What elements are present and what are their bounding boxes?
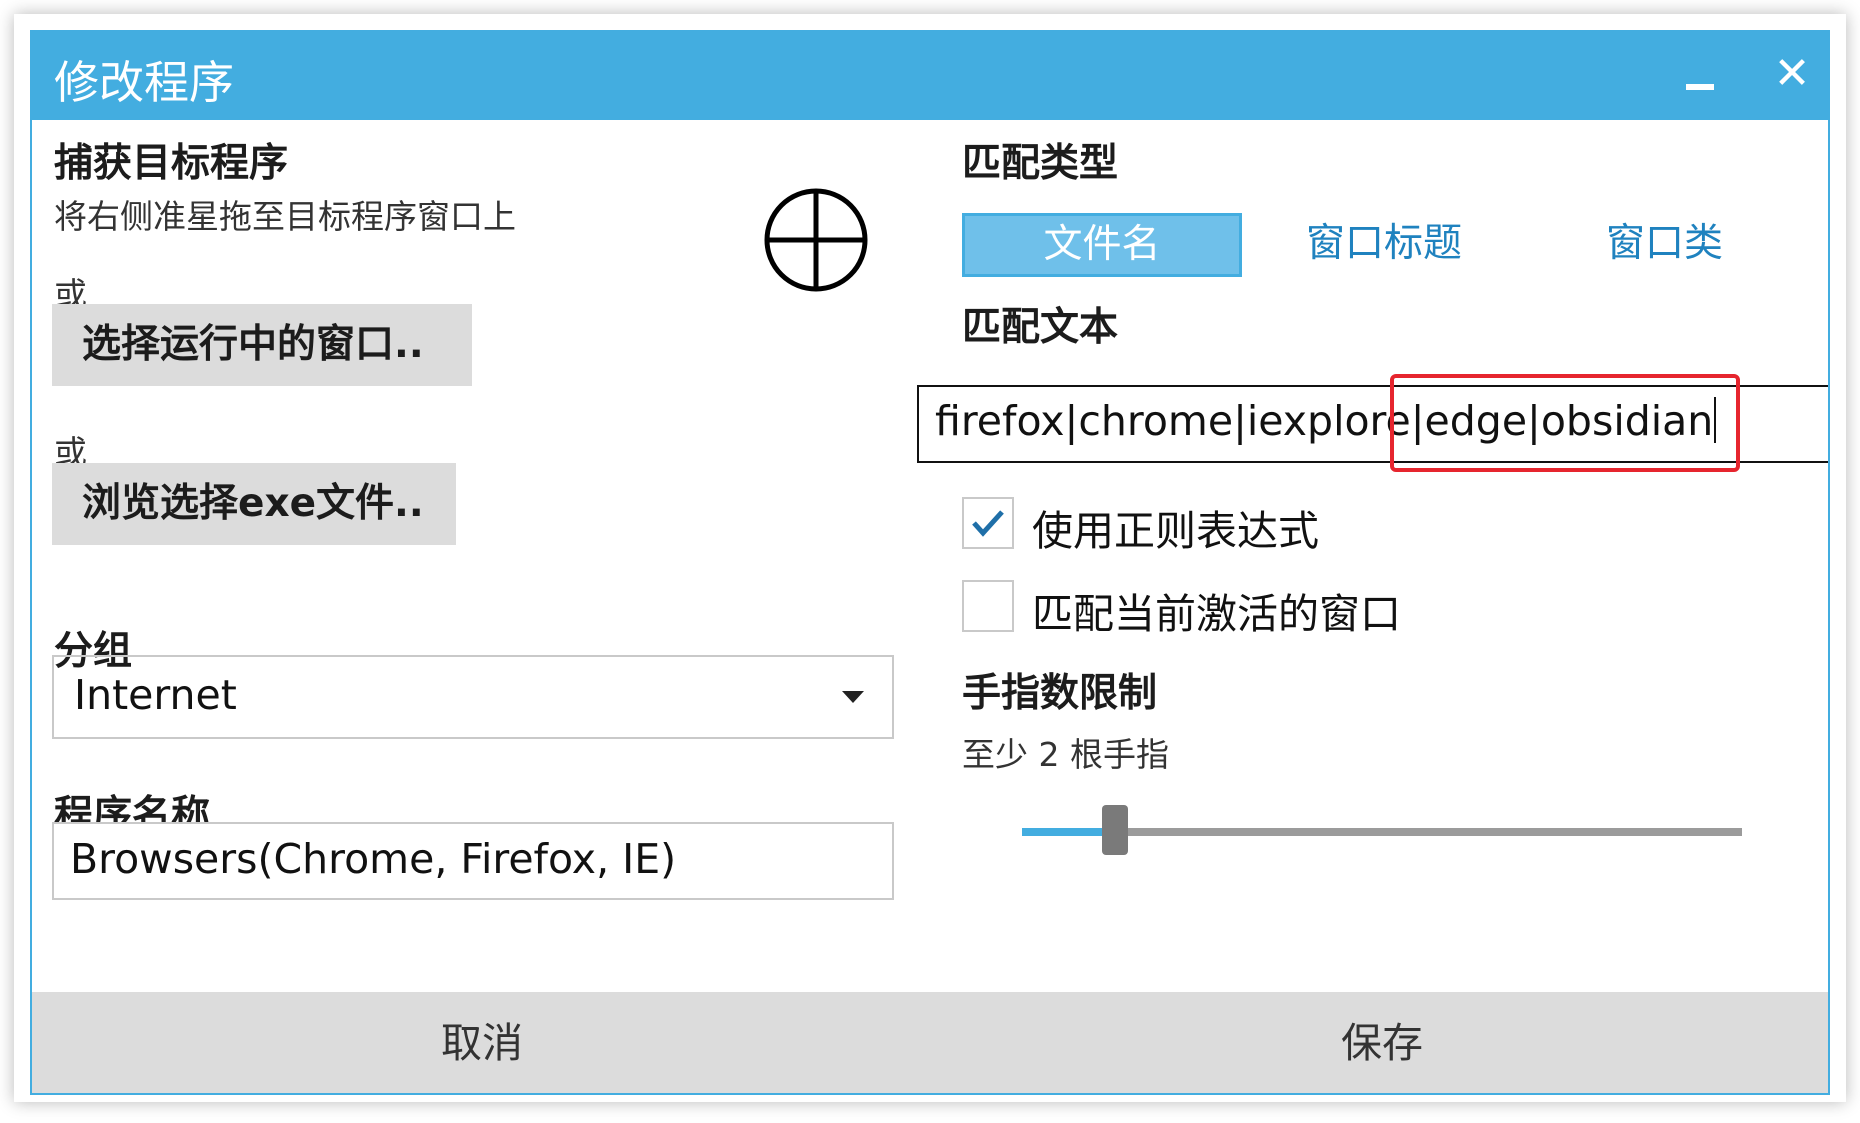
save-button[interactable]: 保存	[932, 992, 1828, 1093]
group-dropdown-value: Internet	[74, 671, 237, 719]
cancel-button[interactable]: 取消	[32, 992, 932, 1093]
browse-exe-button[interactable]: 浏览选择exe文件..	[52, 463, 456, 545]
match-active-window-label[interactable]: 匹配当前激活的窗口	[1032, 580, 1401, 640]
crosshair-icon[interactable]	[762, 186, 870, 294]
match-type-heading: 匹配类型	[962, 141, 1119, 186]
minimize-icon	[1686, 84, 1714, 90]
capture-heading: 捕获目标程序	[54, 141, 289, 186]
group-dropdown[interactable]: Internet	[52, 655, 894, 739]
program-name-input[interactable]: Browsers(Chrome, Firefox, IE)	[52, 822, 894, 900]
checkmark-icon	[972, 510, 1004, 537]
close-icon: ✕	[1773, 48, 1811, 99]
title-bar[interactable]: 修改程序 ✕	[32, 32, 1828, 120]
finger-slider-fill	[1022, 828, 1102, 836]
finger-slider-thumb[interactable]	[1102, 805, 1128, 855]
minimize-button[interactable]	[1666, 50, 1726, 106]
use-regex-checkbox[interactable]	[962, 497, 1014, 549]
dialog-title: 修改程序	[54, 56, 235, 109]
match-active-window-checkbox[interactable]	[962, 580, 1014, 632]
select-running-window-button[interactable]: 选择运行中的窗口..	[52, 304, 472, 386]
dropdown-arrow-icon	[842, 691, 864, 703]
finger-slider-track[interactable]	[1022, 828, 1742, 836]
match-text-heading: 匹配文本	[962, 305, 1119, 350]
finger-limit-heading: 手指数限制	[962, 671, 1158, 716]
annotation-highlight-box	[1390, 374, 1740, 472]
edit-program-dialog: 修改程序 ✕ 捕获目标程序 将右侧准星拖至目标程序窗口上 或 选择运行中的窗口.…	[30, 30, 1830, 1095]
program-name-value: Browsers(Chrome, Firefox, IE)	[70, 835, 677, 883]
finger-limit-text: 至少 2 根手指	[962, 735, 1169, 774]
use-regex-label[interactable]: 使用正则表达式	[1032, 497, 1319, 557]
tab-window-title[interactable]: 窗口标题	[1306, 213, 1462, 277]
tab-filename[interactable]: 文件名	[962, 213, 1242, 277]
close-button[interactable]: ✕	[1760, 42, 1824, 106]
tab-window-class[interactable]: 窗口类	[1606, 213, 1723, 277]
capture-hint: 将右侧准星拖至目标程序窗口上	[54, 197, 516, 236]
footer-bar: 取消 保存	[32, 992, 1828, 1093]
